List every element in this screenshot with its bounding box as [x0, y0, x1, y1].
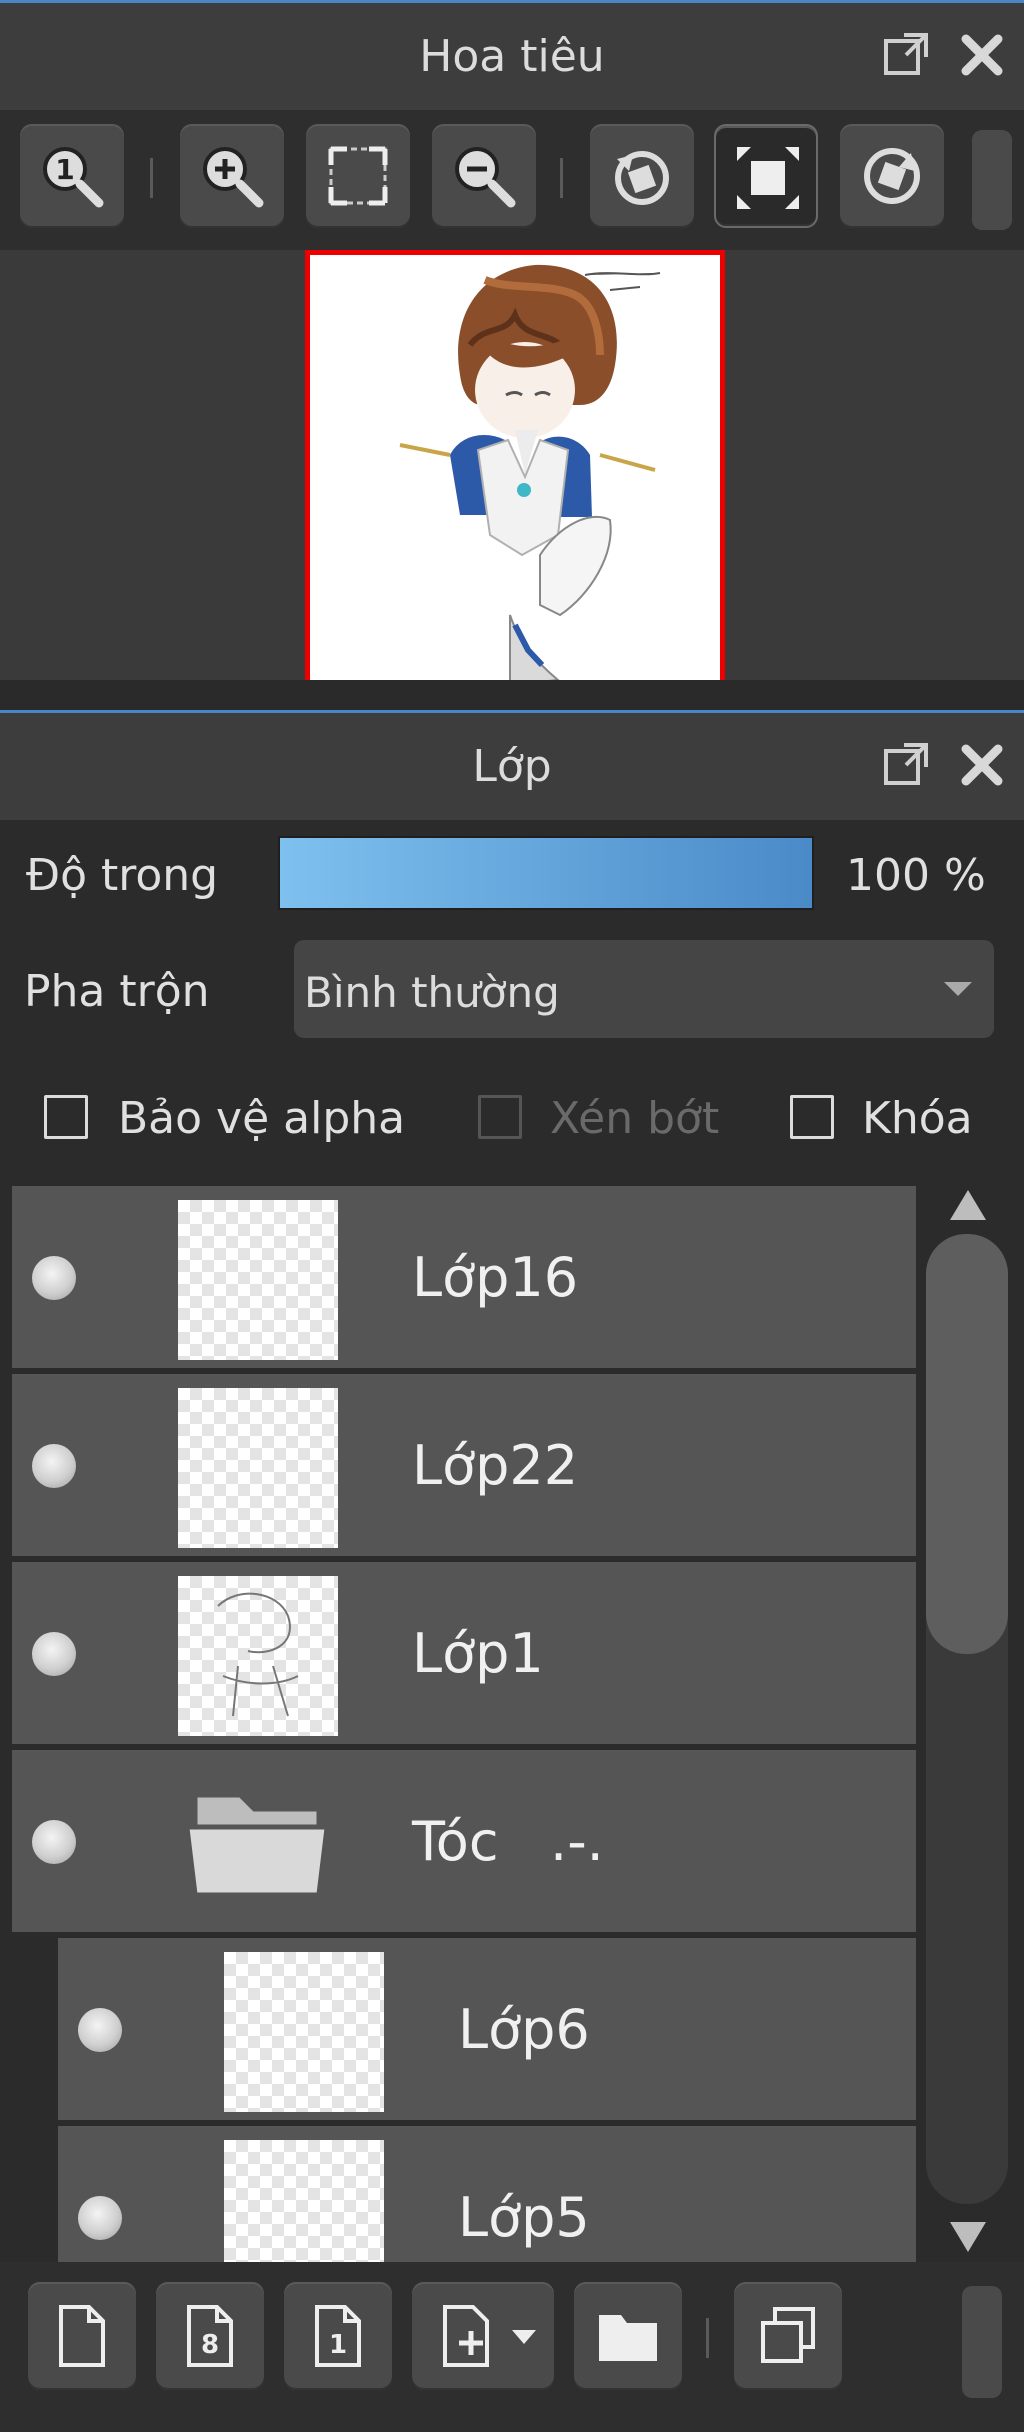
toolbar-separator [706, 2318, 709, 2358]
close-icon[interactable] [956, 29, 1008, 81]
panel-splitter[interactable] [0, 680, 1024, 710]
layer-row[interactable]: Lớp16 [12, 1186, 916, 1372]
folder-name: Tóc .-. [412, 1810, 604, 1873]
svg-text:1: 1 [329, 2330, 347, 2360]
visibility-icon[interactable] [32, 1632, 76, 1676]
lock-label: Khóa [862, 1093, 973, 1144]
duplicate-layer-button[interactable] [734, 2282, 842, 2390]
svg-text:1: 1 [55, 153, 74, 186]
layers-title: Lớp [472, 741, 552, 792]
visibility-icon[interactable] [32, 1256, 76, 1300]
new-8bit-layer-icon: 8 [187, 2305, 233, 2367]
visibility-icon[interactable] [32, 1444, 76, 1488]
sketch-thumbnail [217, 1592, 299, 1717]
visibility-icon[interactable] [78, 2008, 122, 2052]
rotate-reset-icon [864, 148, 920, 204]
svg-text:8: 8 [201, 2330, 219, 2360]
navigator-view[interactable] [0, 250, 1024, 687]
clipping-label: Xén bớt [550, 1093, 720, 1144]
canvas-preview[interactable] [305, 250, 725, 687]
popout-icon[interactable] [880, 29, 932, 81]
visibility-icon[interactable] [78, 2196, 122, 2240]
layer-row[interactable]: Lớp5 [58, 2126, 916, 2262]
chevron-down-icon [944, 982, 972, 996]
zoom-out-button[interactable] [432, 124, 536, 228]
layer-thumbnail [178, 1200, 338, 1360]
navigator-title: Hoa tiêu [419, 31, 605, 82]
close-icon[interactable] [956, 739, 1008, 791]
opacity-label: Độ trong [26, 850, 219, 901]
layers-header: Lớp [0, 710, 1024, 820]
opacity-slider[interactable] [278, 836, 814, 910]
layers-bottom-toolbar: 8 1 [0, 2262, 1024, 2432]
scroll-up-icon[interactable] [950, 1190, 986, 1220]
navigator-toolbar: 1 [0, 110, 1024, 250]
popout-icon[interactable] [880, 739, 932, 791]
fit-screen-button[interactable] [306, 124, 410, 228]
toolbar-separator [560, 158, 563, 198]
protect-alpha-label: Bảo vệ alpha [118, 1093, 406, 1144]
lock-checkbox[interactable] [790, 1095, 834, 1139]
rotate-reset-button[interactable] [840, 124, 944, 228]
new-1bit-layer-icon: 1 [315, 2305, 361, 2367]
folder-icon [186, 1794, 328, 1896]
folder-row[interactable]: Tóc .-. [12, 1750, 916, 1936]
duplicate-layer-icon [761, 2307, 815, 2363]
blend-mode-value: Bình thường [304, 968, 560, 1017]
layer-name: Lớp22 [412, 1434, 579, 1497]
scroll-thumb[interactable] [926, 1234, 1008, 1654]
scroll-down-icon[interactable] [950, 2222, 986, 2252]
layer-thumbnail [178, 1388, 338, 1548]
fullscreen-button[interactable] [714, 124, 818, 228]
opacity-value: 100 % [846, 850, 986, 901]
zoom-in-button[interactable] [180, 124, 284, 228]
protect-alpha-checkbox[interactable] [44, 1095, 88, 1139]
toolbar-separator [150, 158, 153, 198]
artwork-thumbnail [399, 264, 661, 687]
new-1bit-layer-button[interactable]: 1 [284, 2282, 392, 2390]
fullscreen-icon [737, 147, 799, 209]
layer-row[interactable]: Lớp22 [12, 1374, 916, 1560]
chevron-down-icon [512, 2330, 536, 2344]
layer-name: Lớp5 [458, 2186, 590, 2249]
layer-row[interactable]: Lớp6 [58, 1938, 916, 2124]
rotate-left-button[interactable] [590, 124, 694, 228]
new-layer-button[interactable] [28, 2282, 136, 2390]
clipping-checkbox [478, 1095, 522, 1139]
new-folder-icon [599, 2315, 657, 2361]
fit-screen-icon [328, 146, 388, 206]
layer-thumbnail [224, 1952, 384, 2112]
new-8bit-layer-button[interactable]: 8 [156, 2282, 264, 2390]
visibility-icon[interactable] [32, 1820, 76, 1864]
layer-name: Lớp16 [412, 1246, 579, 1309]
zoom-in-icon [203, 147, 264, 208]
layer-list: Lớp16 Lớp22 Lớp1 Tóc .-. Lớp6 Lớp5 [12, 1186, 916, 2262]
zoom-out-icon [455, 147, 516, 208]
toolbar-scroll-handle[interactable] [972, 130, 1012, 230]
add-layer-menu-button[interactable] [412, 2282, 554, 2390]
zoom-actual-button[interactable]: 1 [20, 124, 124, 228]
layer-thumbnail [224, 2140, 384, 2262]
layer-scrollbar[interactable] [922, 1186, 1012, 2262]
toolbar-scroll-handle[interactable] [962, 2286, 1002, 2398]
navigator-header: Hoa tiêu [0, 0, 1024, 110]
layer-row[interactable]: Lớp1 [12, 1562, 916, 1748]
new-layer-icon [59, 2305, 105, 2367]
rotate-left-icon [615, 151, 669, 205]
layer-name: Lớp1 [412, 1622, 544, 1685]
layer-name: Lớp6 [458, 1998, 590, 2061]
add-layer-menu-icon [443, 2305, 489, 2367]
blend-label: Pha trộn [24, 966, 210, 1017]
new-folder-button[interactable] [574, 2282, 682, 2390]
layer-thumbnail [178, 1576, 338, 1736]
blend-mode-select[interactable]: Bình thường [294, 940, 994, 1038]
zoom-actual-icon: 1 [43, 147, 104, 208]
